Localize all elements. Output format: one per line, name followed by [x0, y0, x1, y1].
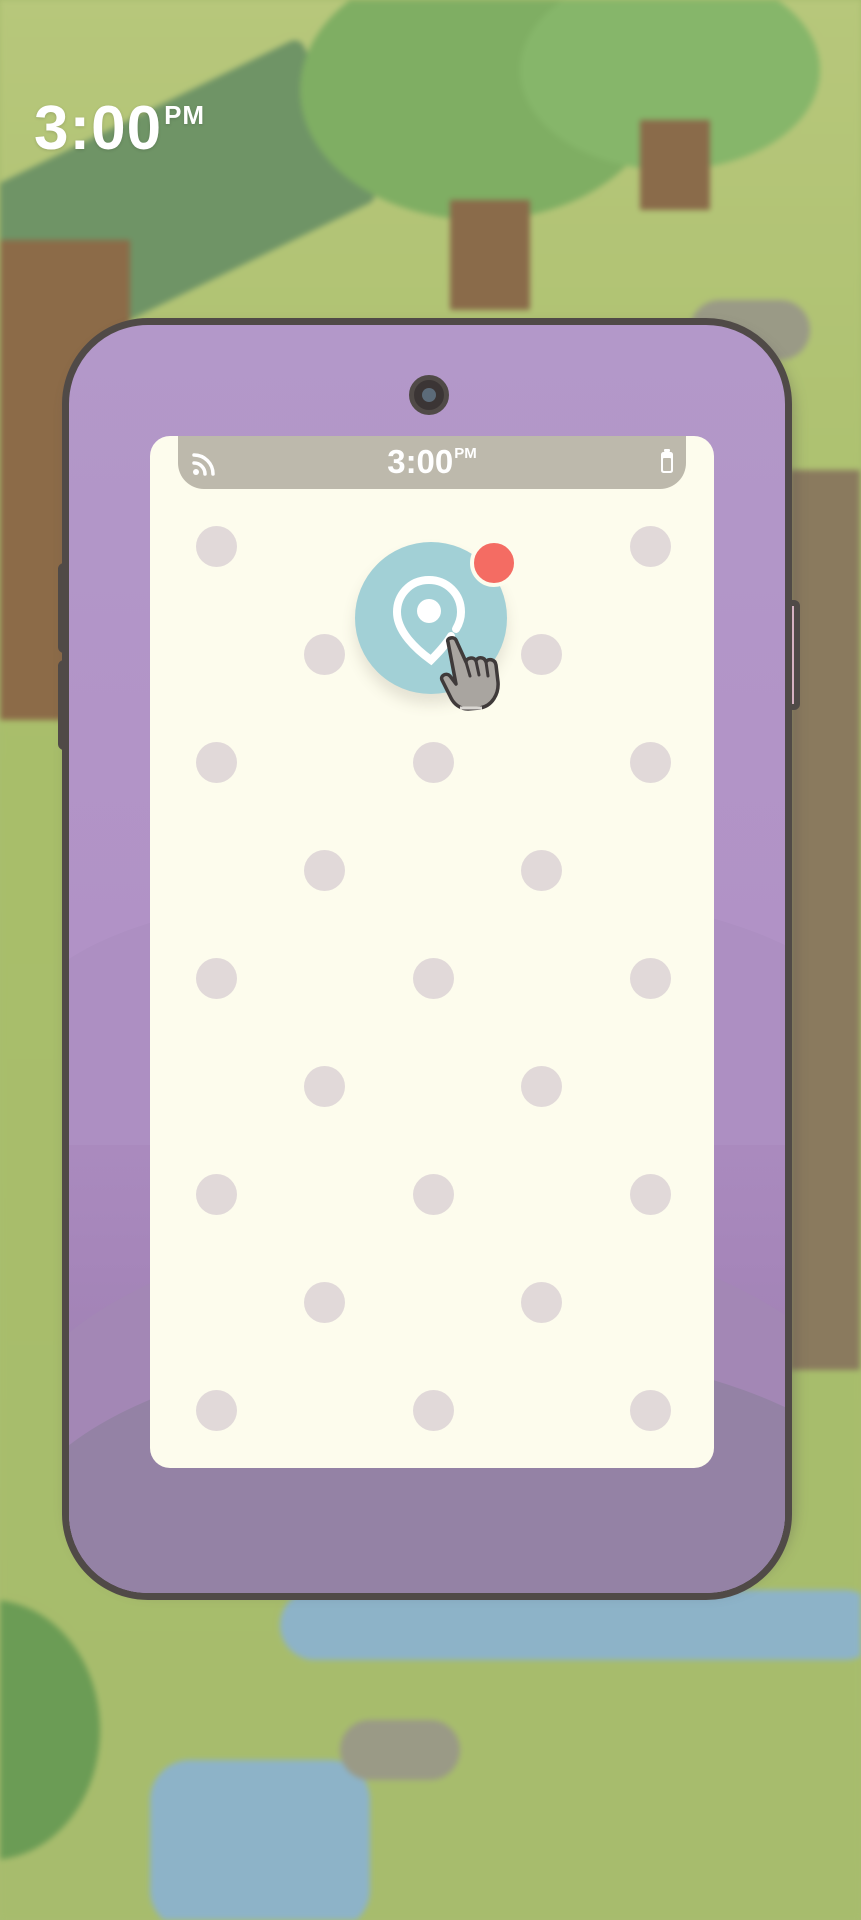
empty-app-slot — [521, 634, 562, 675]
game-clock: 3:00PM — [34, 98, 205, 160]
status-time-value: 3:00 — [387, 443, 454, 480]
empty-app-slot — [630, 526, 671, 567]
empty-app-slot — [196, 958, 237, 999]
empty-app-slot — [196, 526, 237, 567]
empty-app-slot — [196, 1390, 237, 1431]
empty-app-slot — [413, 742, 454, 783]
clock-ampm: PM — [164, 100, 206, 130]
pond — [150, 1760, 370, 1920]
empty-app-slot — [630, 742, 671, 783]
camera-icon — [409, 375, 449, 415]
empty-app-slot — [196, 1174, 237, 1215]
empty-app-slot — [521, 1282, 562, 1323]
river — [280, 1590, 861, 1660]
empty-app-slot — [630, 1174, 671, 1215]
empty-app-slot — [196, 742, 237, 783]
empty-app-slot — [413, 1390, 454, 1431]
status-time: 3:00PM — [178, 445, 686, 478]
notification-badge — [470, 539, 518, 587]
battery-icon — [661, 449, 673, 473]
empty-app-slot — [304, 1282, 345, 1323]
status-time-ampm: PM — [454, 445, 477, 462]
empty-app-slot — [521, 850, 562, 891]
empty-app-slot — [413, 958, 454, 999]
empty-app-slot — [413, 1174, 454, 1215]
empty-app-slot — [521, 1066, 562, 1107]
empty-app-slot — [630, 958, 671, 999]
status-bar: 3:00PM — [178, 436, 686, 489]
pointing-hand-icon — [439, 636, 500, 711]
empty-app-slot — [304, 1066, 345, 1107]
phone-screen: 3:00PM — [150, 436, 714, 1468]
empty-app-slot — [304, 850, 345, 891]
clock-time: 3:00 — [34, 94, 163, 163]
empty-app-slot — [304, 634, 345, 675]
empty-app-slot — [630, 1390, 671, 1431]
